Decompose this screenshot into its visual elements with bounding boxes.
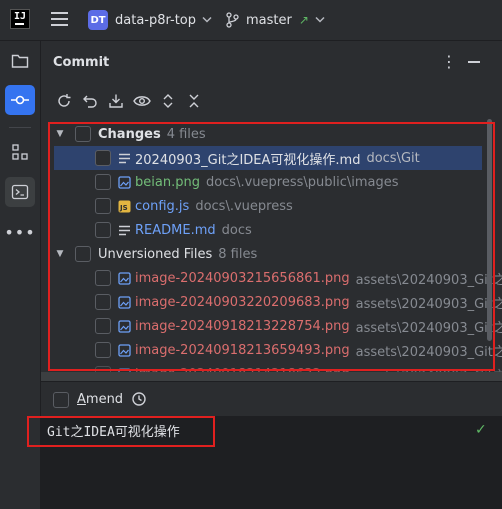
commit-toolbar <box>51 91 207 111</box>
divider <box>9 127 31 128</box>
message-highlight-box <box>27 416 215 447</box>
clock-icon[interactable] <box>131 391 147 407</box>
hide-panel-icon[interactable] <box>468 61 480 63</box>
amend-row: Amend <box>41 381 502 416</box>
amend-label[interactable]: Amend <box>77 392 123 407</box>
eye-icon[interactable] <box>129 91 155 111</box>
horizontal-scrollbar[interactable] <box>41 372 502 381</box>
options-menu-icon[interactable]: ⋮ <box>441 52 457 71</box>
structure-tool-button[interactable] <box>5 137 35 167</box>
chevron-down-icon <box>315 15 325 26</box>
panel-title: Commit <box>53 55 110 70</box>
project-tool-button[interactable] <box>5 46 35 76</box>
update-icon[interactable] <box>103 91 129 111</box>
more-tools-button[interactable]: ••• <box>4 217 36 247</box>
expand-all-icon[interactable] <box>155 91 181 111</box>
branch-name: master <box>246 12 292 28</box>
rollback-icon[interactable] <box>77 91 103 111</box>
changes-highlight-box <box>48 122 495 371</box>
check-icon: ✓ <box>475 422 487 438</box>
structure-icon <box>12 144 28 160</box>
git-branch-icon <box>226 12 239 28</box>
refresh-icon[interactable] <box>51 91 77 111</box>
outgoing-arrow-icon: ↗ <box>298 13 309 27</box>
main-menu-button[interactable] <box>50 10 68 28</box>
commit-tool-button[interactable] <box>5 85 35 115</box>
commit-icon <box>11 95 29 105</box>
terminal-icon <box>11 184 29 200</box>
more-icon: ••• <box>4 222 36 242</box>
terminal-tool-button[interactable] <box>5 177 35 207</box>
app-logo-text: IJ <box>14 11 27 22</box>
title-bar: IJ DT data-p8r-top master ↗ <box>0 0 502 41</box>
project-badge: DT <box>88 10 108 30</box>
amend-checkbox[interactable] <box>53 392 69 408</box>
chevron-down-icon <box>202 15 212 26</box>
branch-switcher[interactable]: master ↗ <box>225 10 325 30</box>
project-switcher[interactable]: DT data-p8r-top <box>88 9 212 31</box>
folder-icon <box>11 54 29 68</box>
project-name: data-p8r-top <box>115 12 197 28</box>
collapse-all-icon[interactable] <box>181 91 207 111</box>
app-logo[interactable]: IJ <box>10 9 30 29</box>
